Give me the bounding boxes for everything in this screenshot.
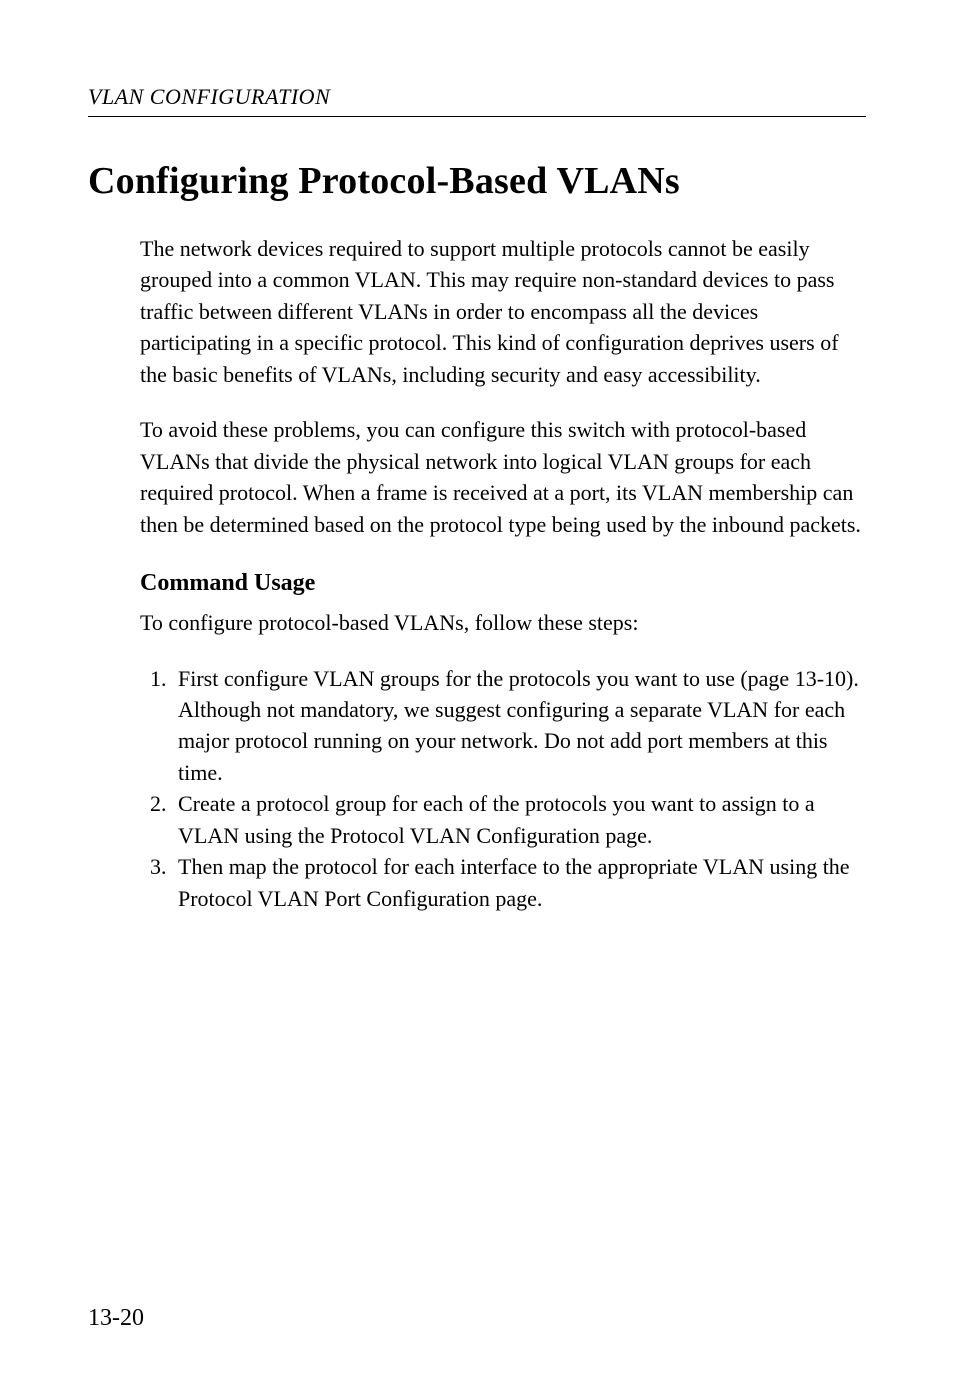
paragraph-2: To avoid these problems, you can configu… (140, 414, 866, 540)
step-item: Then map the protocol for each interface… (172, 851, 866, 914)
paragraph-3: To configure protocol-based VLANs, follo… (140, 607, 866, 638)
subheading-command-usage: Command Usage (140, 570, 866, 597)
body-content: The network devices required to support … (140, 233, 866, 914)
step-item: First configure VLAN groups for the prot… (172, 663, 866, 789)
page-title: Configuring Protocol-Based VLANs (88, 159, 866, 203)
page-container: VLAN CONFIGURATION Configuring Protocol-… (0, 0, 954, 1388)
step-item: Create a protocol group for each of the … (172, 788, 866, 851)
page-number: 13-20 (88, 1305, 144, 1332)
steps-list: First configure VLAN groups for the prot… (140, 663, 866, 915)
running-header: VLAN CONFIGURATION (88, 84, 866, 110)
paragraph-1: The network devices required to support … (140, 233, 866, 390)
header-rule (88, 116, 866, 117)
